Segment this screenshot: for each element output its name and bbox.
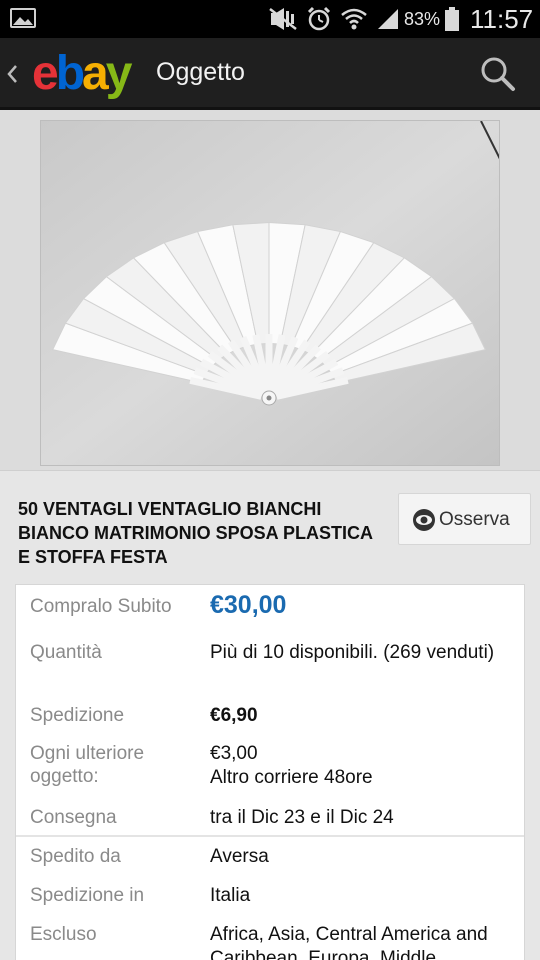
additional-item-cost: €3,00	[210, 743, 258, 764]
app-bar: ebay Oggetto	[0, 38, 540, 110]
gallery-icon	[10, 8, 36, 28]
quantity-label: Quantità	[30, 642, 102, 663]
ships-from-value: Aversa	[210, 846, 269, 867]
item-title: 50 VENTAGLI VENTAGLIO BIANCHI BIANCO MAT…	[18, 499, 373, 567]
details-divider	[16, 835, 524, 837]
ships-to-label: Spedizione in	[30, 885, 145, 906]
chevron-left-icon[interactable]	[4, 60, 20, 88]
delivery-value: tra il Dic 23 e il Dic 24	[210, 807, 394, 828]
ships-to-value: Italia	[210, 885, 251, 906]
watch-button[interactable]: Osserva	[398, 493, 531, 545]
ships-from-label: Spedito da	[30, 846, 121, 867]
page-title: Oggetto	[156, 58, 245, 86]
wifi-icon	[341, 8, 367, 30]
additional-item-label: Ogni ulteriore oggetto:	[30, 743, 145, 787]
clock: 11:57	[470, 4, 534, 34]
system-icons	[268, 5, 400, 33]
status-bar: 83% 11:57	[0, 0, 540, 38]
signal-icon	[378, 9, 398, 29]
buy-now-label: Compralo Subito	[30, 596, 172, 617]
logo-letter-e: e	[32, 47, 59, 100]
battery-icon	[445, 7, 459, 31]
excluded-label: Escluso	[30, 924, 97, 945]
excluded-value: Africa, Asia, Central America and Caribb…	[210, 924, 488, 960]
product-photo[interactable]	[40, 120, 500, 466]
item-title-row: 50 VENTAGLI VENTAGLIO BIANCHI BIANCO MAT…	[0, 470, 540, 580]
watch-button-label: Osserva	[439, 509, 510, 530]
quantity-value: Più di 10 disponibili. (269 venduti)	[210, 642, 495, 663]
shipping-value: €6,90	[210, 705, 258, 726]
delivery-label: Consegna	[30, 807, 117, 828]
additional-item-carrier: Altro corriere 48ore	[210, 767, 373, 788]
shipping-label: Spedizione	[30, 705, 125, 726]
item-details-card: Compralo Subito €30,00 Quantità Più di 1…	[15, 584, 525, 960]
buy-now-price: €30,00	[210, 591, 287, 619]
mute-icon	[269, 8, 297, 30]
logo-letter-a: a	[82, 47, 109, 100]
logo-letter-b: b	[55, 47, 85, 100]
search-icon[interactable]	[478, 54, 518, 94]
logo-letter-y: y	[105, 47, 133, 100]
alarm-icon	[307, 6, 331, 31]
product-image-area	[0, 110, 540, 470]
battery-percent: 83%	[404, 9, 441, 29]
ebay-logo[interactable]: ebay	[32, 47, 133, 100]
eye-icon	[413, 509, 435, 531]
